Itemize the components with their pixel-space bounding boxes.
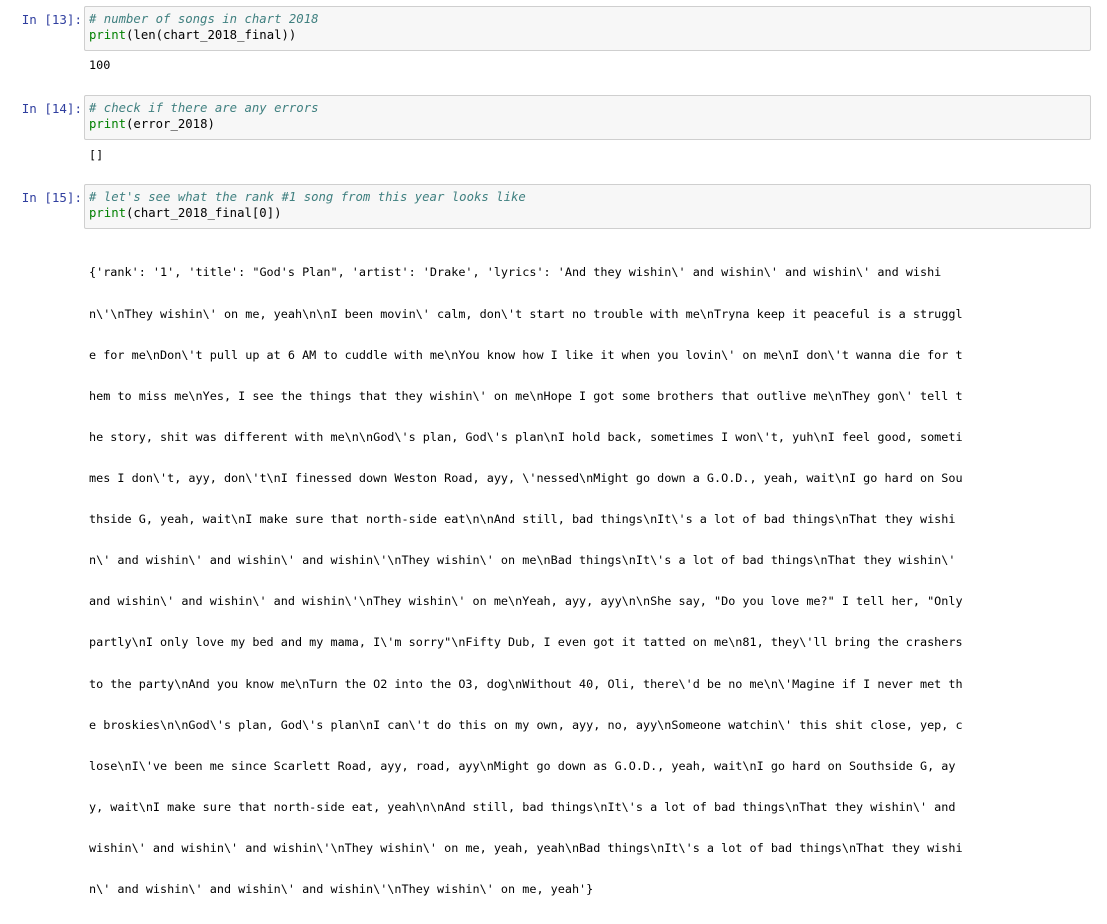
output-line: lose\nI\'ve been me since Scarlett Road,… <box>89 758 956 773</box>
code-line: print(chart_2018_final[0]) <box>89 205 1086 221</box>
output-line: n\' and wishin\' and wishin\' and wishin… <box>89 553 956 568</box>
code-text: (len(chart_2018_final)) <box>126 28 297 42</box>
cell-output: [] <box>89 148 104 162</box>
cell-output: 100 <box>89 58 111 72</box>
code-text: (chart_2018_final[0]) <box>126 206 282 220</box>
input-prompt: In [14]: <box>21 101 82 116</box>
output-line: hem to miss me\nYes, I see the things th… <box>89 388 963 403</box>
code-input-area[interactable]: # let's see what the rank #1 song from t… <box>84 184 1091 229</box>
output-line: n\' and wishin\' and wishin\' and wishin… <box>89 882 594 897</box>
code-builtin: print <box>89 206 127 220</box>
output-line: mes I don\'t, ayy, don\'t\nI finessed do… <box>89 470 963 485</box>
code-comment: # number of songs in chart 2018 <box>89 12 319 26</box>
code-input-area[interactable]: # number of songs in chart 2018 print(le… <box>84 6 1091 51</box>
cell-output: {'rank': '1', 'title': "God's Plan", 'ar… <box>89 239 1089 924</box>
output-line: to the party\nAnd you know me\nTurn the … <box>89 676 963 691</box>
output-line: thside G, yeah, wait\nI make sure that n… <box>89 512 956 527</box>
output-line: y, wait\nI make sure that north-side eat… <box>89 799 956 814</box>
output-line: partly\nI only love my bed and my mama, … <box>89 635 963 650</box>
output-line: n\'\nThey wishin\' on me, yeah\n\nI been… <box>89 306 963 321</box>
code-builtin: print <box>89 28 127 42</box>
code-line: # number of songs in chart 2018 <box>89 11 1086 27</box>
output-line: {'rank': '1', 'title': "God's Plan", 'ar… <box>89 265 942 280</box>
code-line: # check if there are any errors <box>89 100 1086 116</box>
output-line: e for me\nDon\'t pull up at 6 AM to cudd… <box>89 347 963 362</box>
code-builtin: print <box>89 117 127 131</box>
input-prompt: In [13]: <box>21 12 82 27</box>
code-input-area[interactable]: # check if there are any errors print(er… <box>84 95 1091 140</box>
code-comment: # let's see what the rank #1 song from t… <box>89 190 526 204</box>
output-line: he story, shit was different with me\n\n… <box>89 429 963 444</box>
code-text: (error_2018) <box>126 117 215 131</box>
code-line: # let's see what the rank #1 song from t… <box>89 189 1086 205</box>
code-comment: # check if there are any errors <box>89 101 319 115</box>
code-line: print(len(chart_2018_final)) <box>89 27 1086 43</box>
output-line: wishin\' and wishin\' and wishin\'\nThey… <box>89 840 963 855</box>
output-line: e broskies\n\nGod\'s plan, God\'s plan\n… <box>89 717 963 732</box>
input-prompt: In [15]: <box>21 190 82 205</box>
output-line: and wishin\' and wishin\' and wishin\'\n… <box>89 594 963 609</box>
code-line: print(error_2018) <box>89 116 1086 132</box>
